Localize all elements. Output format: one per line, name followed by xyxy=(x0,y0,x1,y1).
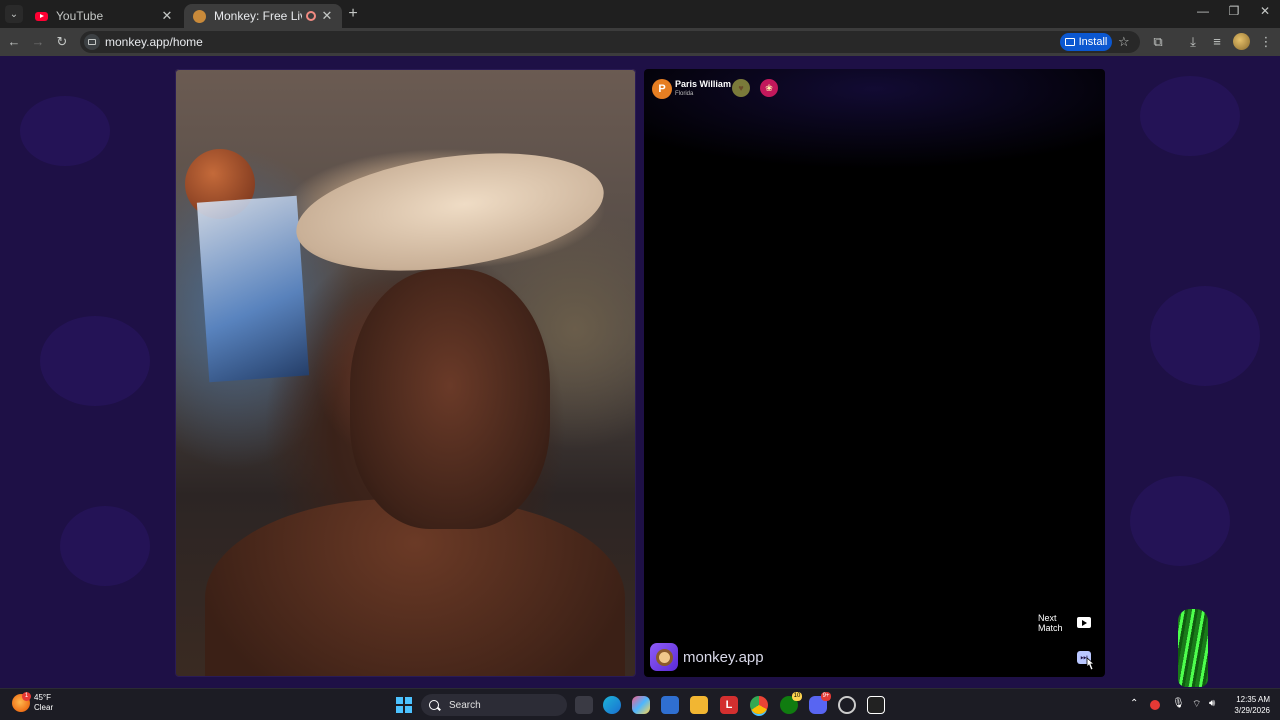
microphone-icon[interactable]: 🎙︎ xyxy=(1172,698,1185,709)
reload-icon[interactable]: ↻ xyxy=(53,33,71,51)
mascot-icon xyxy=(1178,609,1208,687)
gift-icon[interactable]: ❀ xyxy=(760,79,778,97)
peer-name: Paris William xyxy=(675,79,731,89)
local-video xyxy=(175,69,636,677)
extensions-icon[interactable]: ⧉ xyxy=(1149,33,1167,51)
next-match-label[interactable]: Next Match xyxy=(1038,613,1063,633)
taskbar-search[interactable]: Search xyxy=(421,694,567,716)
tab-strip: ⌄ YouTube ✕ Monkey: Free Live Video Ch ✕… xyxy=(0,0,1280,28)
clock-date: 3/29/2026 xyxy=(1234,706,1270,715)
wifi-icon[interactable]: ⌔ xyxy=(1192,698,1201,711)
search-icon xyxy=(429,700,439,710)
downloads-icon[interactable]: ⤓ xyxy=(1184,33,1202,51)
install-label: Install xyxy=(1078,36,1108,48)
remote-video: P Paris William Florida ♥ ❀ Next Match m… xyxy=(644,69,1105,677)
peer-location: Florida xyxy=(675,91,694,97)
taskbar: 1 45°F Clear Search L 10 9+ ⌃ 🎙︎ ⌔ 🔊︎ 12… xyxy=(0,688,1280,720)
close-window-button[interactable]: ✕ xyxy=(1250,4,1280,22)
recording-icon xyxy=(306,11,316,21)
next-match-icon[interactable] xyxy=(1077,617,1091,628)
address-bar[interactable]: monkey.app/home Install ☆ xyxy=(80,31,1140,53)
avatar[interactable]: P xyxy=(652,79,672,99)
pen-app-icon[interactable] xyxy=(661,696,679,714)
next-match-line1: Next xyxy=(1038,613,1057,623)
discord-icon[interactable]: 9+ xyxy=(809,692,831,714)
weather-alert-badge: 1 xyxy=(22,692,31,701)
chevron-up-icon[interactable]: ⌃ xyxy=(1130,698,1138,709)
brand-watermark: monkey.app xyxy=(650,643,764,671)
search-label: Search xyxy=(449,699,481,711)
reading-list-icon[interactable]: ≡ xyxy=(1208,33,1226,51)
xbox-badge: 10 xyxy=(792,692,802,701)
youtube-icon xyxy=(34,9,48,23)
tray-app-icon[interactable] xyxy=(1150,700,1160,710)
windows-start-icon[interactable] xyxy=(396,697,412,713)
edge-icon[interactable] xyxy=(603,696,621,714)
forward-icon[interactable]: → xyxy=(29,33,47,51)
minimize-button[interactable]: — xyxy=(1188,4,1218,22)
install-app-button[interactable]: Install xyxy=(1060,33,1112,51)
l-app-icon[interactable]: L xyxy=(720,696,738,714)
background-blob xyxy=(1140,76,1240,156)
capcut-icon[interactable] xyxy=(867,696,885,714)
site-info-icon[interactable] xyxy=(84,34,100,50)
weather-icon: 1 xyxy=(12,692,31,712)
close-tab-icon[interactable]: ✕ xyxy=(320,8,334,24)
url-text[interactable]: monkey.app/home xyxy=(105,35,203,49)
tab-monkey[interactable]: Monkey: Free Live Video Ch ✕ xyxy=(184,4,342,28)
install-icon xyxy=(1064,38,1075,46)
bookmark-star-icon[interactable]: ☆ xyxy=(1118,34,1130,50)
profile-avatar[interactable] xyxy=(1233,33,1250,50)
tab-youtube[interactable]: YouTube ✕ xyxy=(26,4,182,28)
volume-icon[interactable]: 🔊︎ xyxy=(1209,698,1215,709)
menu-icon[interactable]: ⋮ xyxy=(1257,33,1275,51)
brand-name: monkey.app xyxy=(683,648,764,666)
weather-desc: Clear xyxy=(34,703,54,712)
mouse-cursor-icon xyxy=(1086,657,1095,671)
close-tab-icon[interactable]: ✕ xyxy=(160,8,174,24)
clock-time: 12:35 AM xyxy=(1236,695,1270,704)
chrome-icon[interactable] xyxy=(750,696,768,714)
background-blob xyxy=(20,96,110,166)
weather-temp: 45°F xyxy=(34,693,51,702)
peer-info[interactable]: P Paris William Florida xyxy=(652,77,731,101)
weather-widget[interactable]: 1 45°F Clear xyxy=(12,692,54,713)
tab-search-button[interactable]: ⌄ xyxy=(5,5,23,23)
background-blob xyxy=(1150,286,1260,386)
task-view-icon[interactable] xyxy=(575,696,593,714)
tab-title: Monkey: Free Live Video Ch xyxy=(214,9,302,23)
copilot-icon[interactable] xyxy=(632,696,650,714)
background-blob xyxy=(1130,476,1230,566)
discord-badge: 9+ xyxy=(821,692,831,701)
tab-title: YouTube xyxy=(56,9,104,23)
obs-icon[interactable] xyxy=(838,696,856,714)
clock[interactable]: 12:35 AM 3/29/2026 xyxy=(1226,694,1270,716)
page-content: P Paris William Florida ♥ ❀ Next Match m… xyxy=(0,56,1280,688)
back-icon[interactable]: ← xyxy=(5,33,23,51)
heart-icon[interactable]: ♥ xyxy=(732,79,750,97)
video-frame xyxy=(175,69,636,677)
background-blob xyxy=(40,316,150,406)
browser-toolbar: ← → ↻ monkey.app/home Install ☆ ⧉ ⤓ ≡ ⋮ xyxy=(0,28,1280,56)
file-explorer-icon[interactable] xyxy=(690,696,708,714)
background-blob xyxy=(60,506,150,586)
new-tab-button[interactable]: + xyxy=(344,6,362,24)
restore-button[interactable]: ❐ xyxy=(1219,4,1249,22)
monkey-logo-icon xyxy=(650,643,678,671)
monkey-icon xyxy=(192,9,206,23)
xbox-icon[interactable]: 10 xyxy=(780,692,802,714)
next-match-line2: Match xyxy=(1038,623,1063,633)
